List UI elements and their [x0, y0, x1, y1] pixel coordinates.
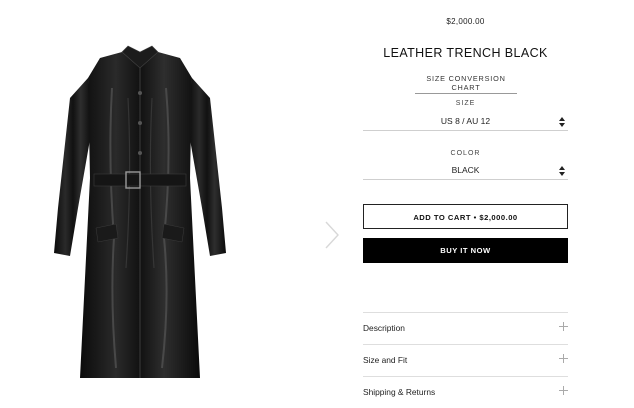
color-select[interactable]: BLACK: [363, 163, 568, 180]
plus-icon: [559, 386, 568, 395]
buy-it-now-button[interactable]: BUY IT NOW: [363, 238, 568, 263]
chevron-right-icon: [325, 221, 339, 249]
accordion-description[interactable]: Description: [363, 312, 568, 344]
sort-arrows-icon: [559, 117, 565, 127]
size-select[interactable]: US 8 / AU 12: [363, 114, 568, 131]
size-conversion-chart-link[interactable]: SIZE CONVERSION CHART: [415, 74, 517, 94]
size-select-value: US 8 / AU 12: [440, 116, 491, 126]
plus-icon: [559, 354, 568, 363]
color-select-value: BLACK: [451, 165, 480, 175]
product-image: [40, 38, 240, 398]
plus-icon: [559, 322, 568, 331]
accordion-size-and-fit[interactable]: Size and Fit: [363, 344, 568, 376]
color-label: COLOR: [450, 150, 481, 157]
sort-arrows-icon: [559, 166, 565, 176]
accordion-shipping-returns[interactable]: Shipping & Returns: [363, 376, 568, 408]
product-title: LEATHER TRENCH BLACK: [383, 46, 548, 60]
size-label: SIZE: [455, 100, 476, 107]
accordion-label: Description: [363, 323, 405, 333]
product-price: $2,000.00: [446, 17, 485, 26]
leather-trench-coat-image: [54, 45, 226, 378]
add-to-cart-button[interactable]: ADD TO CART • $2,000.00: [363, 204, 568, 229]
accordion-label: Size and Fit: [363, 355, 408, 365]
accordion-label: Shipping & Returns: [363, 387, 436, 397]
next-image-button[interactable]: [320, 220, 344, 250]
